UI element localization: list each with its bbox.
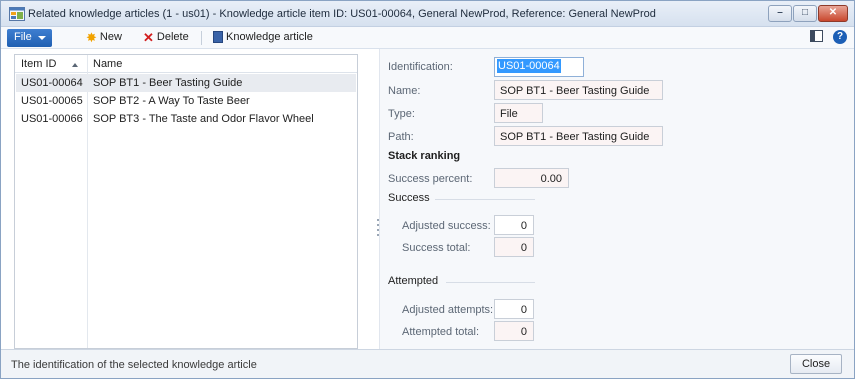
cell-name: SOP BT1 - Beer Tasting Guide — [93, 77, 243, 89]
adjusted-success-field[interactable]: 0 — [494, 215, 534, 235]
table-row[interactable]: US01-00065 SOP BT2 - A Way To Taste Beer — [16, 92, 356, 110]
success-group-title: Success — [388, 192, 430, 204]
sort-ascending-icon — [72, 63, 78, 67]
app-form-icon — [9, 7, 25, 21]
group-divider — [446, 282, 535, 283]
minimize-icon: – — [777, 7, 783, 18]
pane-splitter[interactable] — [377, 219, 379, 241]
delete-label: Delete — [156, 31, 189, 43]
group-divider — [435, 199, 535, 200]
help-icon: ? — [833, 30, 847, 44]
identification-label: Identification: — [388, 61, 453, 73]
adjusted-attempts-field[interactable]: 0 — [494, 299, 534, 319]
chevron-down-icon — [38, 36, 46, 40]
knowledge-article-button[interactable]: Knowledge article — [213, 31, 313, 43]
cell-name: SOP BT3 - The Taste and Odor Flavor Whee… — [93, 113, 314, 125]
name-label: Name: — [388, 85, 421, 97]
layout-toggle-button[interactable] — [810, 30, 823, 42]
delete-button[interactable]: ✕ Delete — [143, 29, 189, 45]
success-total-label: Success total: — [402, 242, 471, 254]
window-controls: – □ ✕ — [768, 5, 848, 22]
knowledge-article-label: Knowledge article — [226, 31, 313, 43]
window-title: Related knowledge articles (1 - us01) - … — [28, 8, 656, 20]
attempted-group-title: Attempted — [388, 275, 439, 287]
attempted-total-label: Attempted total: — [402, 326, 480, 338]
dialog-window: Related knowledge articles (1 - us01) - … — [0, 0, 855, 379]
identification-field[interactable]: US01-00064 — [494, 57, 584, 77]
cell-item-id: US01-00064 — [21, 77, 83, 89]
success-percent-field[interactable]: 0.00 — [494, 168, 569, 188]
cell-item-id: US01-00066 — [21, 113, 83, 125]
stack-ranking-title: Stack ranking — [388, 150, 461, 162]
success-total-field[interactable]: 0 — [494, 237, 534, 257]
new-button[interactable]: ✸ New — [86, 29, 122, 45]
column-header-name[interactable]: Name — [93, 58, 122, 70]
details-pane: Identification: US01-00064 Name: SOP BT1… — [379, 49, 854, 349]
type-field[interactable]: File — [494, 103, 543, 123]
column-header-item-id[interactable]: Item ID — [21, 58, 56, 70]
action-pane: File ✸ New ✕ Delete Knowledge article ? — [1, 27, 854, 49]
close-button[interactable]: Close — [790, 354, 842, 374]
file-menu-label: File — [14, 31, 32, 43]
adjusted-attempts-label: Adjusted attempts: — [402, 304, 494, 316]
minimize-button[interactable]: – — [768, 5, 792, 22]
name-field[interactable]: SOP BT1 - Beer Tasting Guide — [494, 80, 663, 100]
star-icon: ✸ — [86, 29, 97, 45]
close-icon: ✕ — [828, 7, 838, 18]
path-field[interactable]: SOP BT1 - Beer Tasting Guide — [494, 126, 663, 146]
red-x-icon: ✕ — [143, 29, 154, 45]
table-row[interactable]: US01-00064 SOP BT1 - Beer Tasting Guide — [16, 74, 356, 92]
status-text: The identification of the selected knowl… — [11, 359, 257, 371]
book-icon — [213, 31, 223, 43]
adjusted-success-label: Adjusted success: — [402, 220, 491, 232]
identification-value: US01-00064 — [497, 59, 561, 73]
status-bar: The identification of the selected knowl… — [1, 349, 854, 378]
cell-name: SOP BT2 - A Way To Taste Beer — [93, 95, 250, 107]
table-row[interactable]: US01-00066 SOP BT3 - The Taste and Odor … — [16, 110, 356, 128]
maximize-button[interactable]: □ — [793, 5, 817, 22]
maximize-icon: □ — [801, 7, 809, 18]
grid-header: Item ID Name — [15, 55, 357, 73]
file-menu-button[interactable]: File — [7, 29, 52, 47]
success-percent-label: Success percent: — [388, 173, 473, 185]
attempted-total-field[interactable]: 0 — [494, 321, 534, 341]
title-bar: Related knowledge articles (1 - us01) - … — [1, 1, 854, 27]
new-label: New — [99, 31, 122, 43]
articles-grid: Item ID Name US01-00064 SOP BT1 - Beer T… — [14, 54, 358, 349]
type-label: Type: — [388, 108, 415, 120]
window-close-button[interactable]: ✕ — [818, 5, 848, 22]
path-label: Path: — [388, 131, 414, 143]
toolbar-separator — [201, 31, 202, 45]
layout-icon — [810, 30, 823, 42]
cell-item-id: US01-00065 — [21, 95, 83, 107]
help-button[interactable]: ? — [833, 30, 847, 44]
